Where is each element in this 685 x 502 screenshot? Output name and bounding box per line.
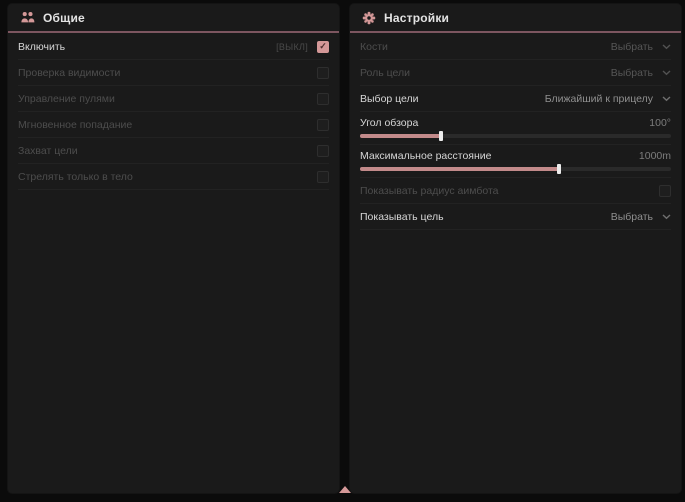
settings-panel-header: Настройки <box>350 4 681 33</box>
chevron-down-icon <box>662 96 671 102</box>
fov-slider[interactable] <box>360 134 671 138</box>
row-label: Стрелять только в тело <box>18 171 133 183</box>
slider-thumb[interactable] <box>439 131 443 141</box>
row-instant-hit: Мгновенное попадание <box>18 112 329 138</box>
row-body-only: Стрелять только в тело <box>18 164 329 190</box>
chevron-down-icon <box>662 214 671 220</box>
row-label: Угол обзора <box>360 117 418 129</box>
bones-select[interactable]: Выбрать <box>611 41 671 53</box>
settings-panel: Настройки Кости Выбрать Роль цели Выбрат… <box>350 4 681 493</box>
row-fov: Угол обзора 100° <box>360 112 671 145</box>
slider-value: 100° <box>649 117 671 129</box>
row-label: Управление пулями <box>18 93 115 105</box>
users-icon <box>20 11 35 24</box>
slider-thumb[interactable] <box>557 164 561 174</box>
row-target-role: Роль цели Выбрать <box>360 60 671 86</box>
bullet-control-checkbox[interactable] <box>317 93 329 105</box>
row-bullet-control: Управление пулями <box>18 86 329 112</box>
target-lock-checkbox[interactable] <box>317 145 329 157</box>
settings-rows: Кости Выбрать Роль цели Выбрать Выбор це… <box>350 33 681 230</box>
row-enable: Включить [ВЫКЛ] <box>18 34 329 60</box>
row-label: Показывать цель <box>360 211 444 223</box>
keybind-tag[interactable]: [ВЫКЛ] <box>276 42 308 52</box>
row-max-distance: Максимальное расстояние 1000m <box>360 145 671 178</box>
select-value: Выбрать <box>611 211 653 223</box>
panel-title: Настройки <box>384 11 449 25</box>
row-show-aimbot-radius: Показывать радиус аимбота <box>360 178 671 204</box>
row-label: Включить <box>18 41 65 53</box>
general-panel-header: Общие <box>8 4 339 33</box>
select-value: Ближайший к прицелу <box>545 93 653 105</box>
chevron-down-icon <box>662 70 671 76</box>
panel-title: Общие <box>43 11 85 25</box>
target-selection-select[interactable]: Ближайший к прицелу <box>545 93 671 105</box>
chevron-down-icon <box>662 44 671 50</box>
row-label: Выбор цели <box>360 93 419 105</box>
body-only-checkbox[interactable] <box>317 171 329 183</box>
show-aimbot-radius-checkbox[interactable] <box>659 185 671 197</box>
max-distance-slider[interactable] <box>360 167 671 171</box>
row-label: Захват цели <box>18 145 78 157</box>
row-label: Кости <box>360 41 388 53</box>
instant-hit-checkbox[interactable] <box>317 119 329 131</box>
enable-checkbox[interactable] <box>317 41 329 53</box>
slider-value: 1000m <box>639 150 671 162</box>
show-target-select[interactable]: Выбрать <box>611 211 671 223</box>
general-panel: Общие Включить [ВЫКЛ] Проверка видимости… <box>8 4 339 493</box>
row-visibility-check: Проверка видимости <box>18 60 329 86</box>
row-target-lock: Захват цели <box>18 138 329 164</box>
target-role-select[interactable]: Выбрать <box>611 67 671 79</box>
row-bones: Кости Выбрать <box>360 34 671 60</box>
row-show-target: Показывать цель Выбрать <box>360 204 671 230</box>
row-label: Показывать радиус аимбота <box>360 185 499 197</box>
row-label: Мгновенное попадание <box>18 119 132 131</box>
scroll-up-triangle-icon[interactable] <box>339 486 351 493</box>
general-rows: Включить [ВЫКЛ] Проверка видимости Управ… <box>8 33 339 190</box>
row-label: Проверка видимости <box>18 67 120 79</box>
select-value: Выбрать <box>611 67 653 79</box>
visibility-check-checkbox[interactable] <box>317 67 329 79</box>
row-target-selection: Выбор цели Ближайший к прицелу <box>360 86 671 112</box>
row-label: Максимальное расстояние <box>360 150 491 162</box>
gear-icon <box>362 11 376 25</box>
select-value: Выбрать <box>611 41 653 53</box>
row-label: Роль цели <box>360 67 410 79</box>
